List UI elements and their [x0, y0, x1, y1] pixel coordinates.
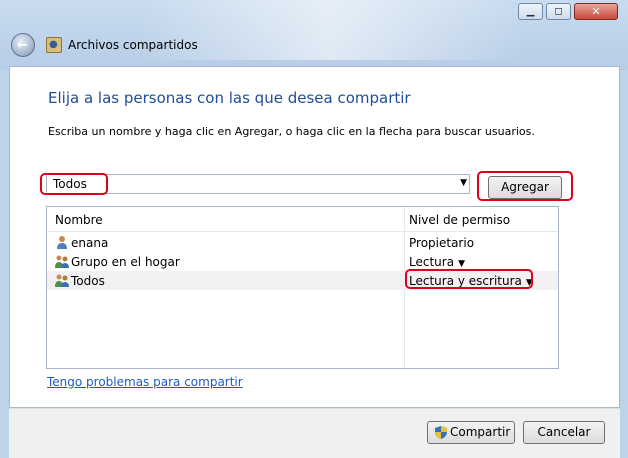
instructions-text: Escriba un nombre y haga clic en Agregar…	[48, 125, 535, 138]
maximize-button[interactable]: ◻	[546, 3, 571, 20]
group-icon	[55, 274, 69, 287]
maximize-icon: ◻	[554, 6, 563, 17]
back-arrow-icon: ←	[17, 38, 28, 53]
row-permission: Propietario	[409, 236, 475, 250]
user-name-input[interactable]	[53, 176, 433, 192]
help-link[interactable]: Tengo problemas para compartir	[47, 375, 243, 389]
user-icon	[57, 236, 67, 249]
share-button-label: Compartir	[450, 425, 511, 439]
column-header-permission[interactable]: Nivel de permiso	[409, 213, 510, 227]
close-button[interactable]: ✕	[574, 3, 618, 20]
back-button[interactable]: ←	[11, 33, 35, 57]
row-name: Todos	[71, 274, 105, 288]
user-combobox[interactable]: ▼	[46, 174, 470, 194]
dropdown-arrow-icon[interactable]: ▼	[460, 178, 467, 188]
row-name: Grupo en el hogar	[71, 255, 180, 269]
share-button[interactable]: Compartir	[427, 421, 515, 444]
list-row[interactable]: enana Propietario	[47, 233, 558, 252]
close-icon: ✕	[591, 5, 601, 18]
shared-folder-icon: ●	[46, 37, 62, 53]
page-title: Elija a las personas con las que desea c…	[48, 89, 411, 107]
highlight-annotation-add	[477, 171, 573, 201]
minimize-button[interactable]: ▁	[518, 3, 543, 20]
row-name: enana	[71, 236, 109, 250]
header-divider	[47, 231, 558, 232]
caret-down-icon: ▼	[458, 259, 465, 269]
permission-dropdown[interactable]: Lectura ▼	[409, 255, 465, 269]
uac-shield-icon	[435, 426, 447, 439]
cancel-button[interactable]: Cancelar	[523, 421, 605, 444]
highlight-annotation-permission	[405, 269, 533, 289]
highlight-annotation-input	[40, 173, 108, 195]
dialog-footer: Compartir Cancelar	[9, 408, 620, 458]
dialog-body: Elija a las personas con las que desea c…	[9, 66, 620, 408]
column-header-name[interactable]: Nombre	[55, 213, 103, 227]
minimize-icon: ▁	[526, 6, 535, 17]
group-icon	[55, 255, 69, 268]
permission-value: Lectura	[409, 255, 455, 269]
window-title: Archivos compartidos	[68, 38, 198, 52]
